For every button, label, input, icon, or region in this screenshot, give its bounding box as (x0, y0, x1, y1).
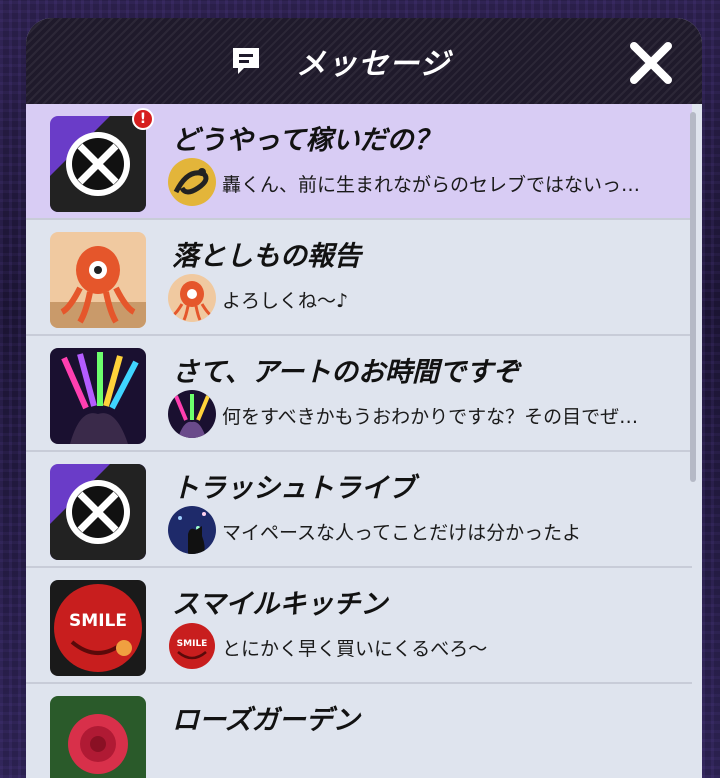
unread-badge: ! (132, 108, 154, 130)
sender-avatar (168, 390, 216, 438)
message-title: トラッシュトライブ (172, 473, 415, 504)
smile-logo-text: SMILE (177, 639, 208, 649)
message-row[interactable]: さて、アートのお時間ですぞ 何をすべきかもうおわかりですな？その目でぜ… (26, 336, 692, 452)
message-panel: メッセージ ! どうやって稼いだの？ 轟くん、前に生まれながらのセレブではないっ… (26, 18, 702, 778)
panel-header: メッセージ (26, 18, 702, 104)
message-title: さて、アートのお時間ですぞ (172, 357, 521, 388)
message-title: 落としもの報告 (172, 241, 361, 272)
close-icon (630, 42, 672, 84)
thumbnail-x-logo (50, 464, 146, 560)
scrollbar[interactable] (690, 112, 696, 482)
sender-avatar (168, 158, 216, 206)
smile-logo-text: SMILE (69, 611, 127, 631)
thumbnail-x-logo (50, 116, 146, 212)
message-row[interactable]: 落としもの報告 よろしくね～♪ (26, 220, 692, 336)
message-preview: 何をすべきかもうおわかりですな？その目でぜ… (222, 406, 639, 428)
message-preview: よろしくね～♪ (222, 290, 349, 312)
thumbnail-rose (50, 696, 146, 778)
message-title: ローズガーデン (172, 705, 360, 736)
message-title: スマイルキッチン (172, 589, 388, 620)
message-preview: マイペースな人ってことだけは分かったよ (222, 522, 582, 544)
message-preview: 轟くん、前に生まれながらのセレブではないっ… (222, 174, 641, 196)
sender-avatar (168, 274, 216, 322)
message-icon (230, 45, 262, 77)
message-preview: とにかく早く買いにくるべろ～ (222, 638, 488, 660)
thumbnail-glowsticks (50, 348, 146, 444)
sender-avatar: SMILE (168, 622, 216, 670)
message-row[interactable]: ローズガーデン (26, 684, 692, 778)
thumbnail-octopus (50, 232, 146, 328)
panel-title: メッセージ (296, 47, 451, 82)
sender-avatar (168, 506, 216, 554)
thumbnail-smile-logo: SMILE (50, 580, 146, 676)
message-row[interactable]: トラッシュトライブ マイペースな人ってことだけは分かったよ (26, 452, 692, 568)
close-button[interactable] (626, 38, 676, 88)
message-title: どうやって稼いだの？ (172, 125, 441, 156)
title-group: メッセージ (230, 40, 450, 82)
message-list[interactable]: ! どうやって稼いだの？ 轟くん、前に生まれながらのセレブではないっ… 落としも… (26, 104, 702, 778)
message-row[interactable]: ! どうやって稼いだの？ 轟くん、前に生まれながらのセレブではないっ… (26, 104, 692, 220)
message-row[interactable]: SMILE スマイルキッチン SMILE とにかく早く買いにくるべろ～ (26, 568, 692, 684)
